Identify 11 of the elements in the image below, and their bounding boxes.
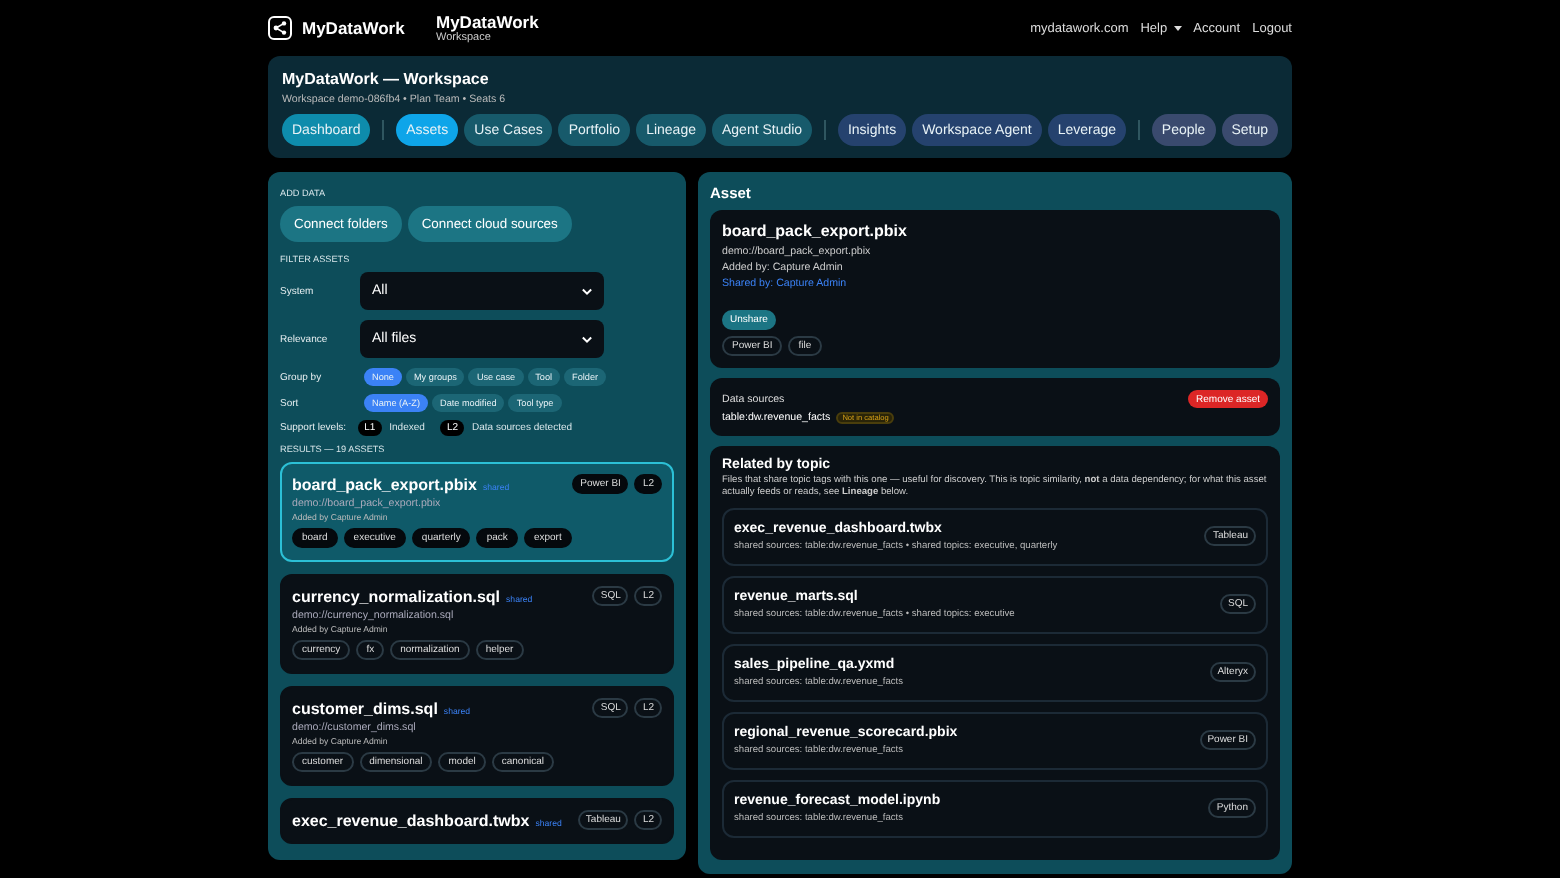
asset-name: board_pack_export.pbix [292,475,477,493]
asset-name: board_pack_export.pbix [722,222,909,240]
brand-name: MyDataWork [302,18,405,38]
asset-name: customer_dims.sql [292,699,438,717]
chevron-down-icon [582,287,592,295]
asset-name: currency_normalization.sql [292,587,501,605]
asset-name: exec_revenue_dashboard.twbx [292,811,530,829]
app-title: MyDataWork [436,12,541,32]
chevron-down-icon [582,335,592,343]
share-logo-icon [268,16,292,40]
workspace-title: MyDataWork — Workspace [282,70,491,88]
